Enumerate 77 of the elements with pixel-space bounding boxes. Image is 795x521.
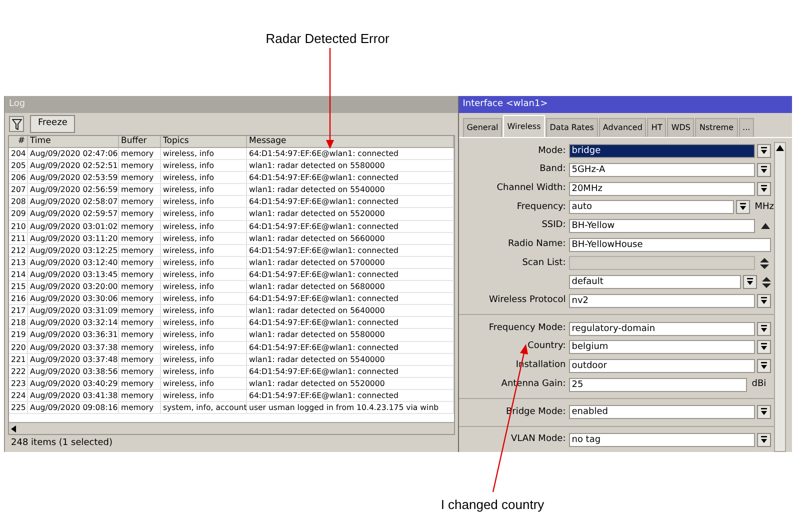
filter-button[interactable]: [9, 116, 24, 132]
window-title: Interface <wlan1>: [462, 98, 548, 111]
field-label: Radio Name:: [508, 238, 566, 252]
dropdown-button[interactable]: [742, 275, 757, 290]
column-header[interactable]: Topics: [161, 136, 247, 147]
annotation-text: I changed country: [440, 496, 544, 514]
field-label: Wireless Protocol: [488, 294, 566, 308]
column-header[interactable]: Buffer: [119, 136, 161, 147]
field-label: Band:: [540, 163, 566, 176]
input-field[interactable]: no tag: [568, 432, 755, 447]
caret-down-icon: [760, 343, 768, 352]
dropdown-button[interactable]: [756, 294, 771, 308]
tab[interactable]: Wireless: [503, 115, 545, 137]
filter-icon: [12, 118, 22, 130]
field-label: Channel Width:: [496, 182, 566, 195]
tab[interactable]: WDS: [667, 118, 694, 137]
caret-down-icon: [760, 408, 768, 416]
caret-down-icon: [760, 184, 768, 193]
field-label: VLAN Mode:: [511, 433, 566, 446]
caret-down-icon: [760, 324, 768, 333]
tab[interactable]: Nstreme: [695, 118, 738, 137]
field-label: Frequency Mode:: [488, 322, 566, 335]
horizontal-scrollbar[interactable]: [9, 422, 454, 434]
input-field[interactable]: default: [568, 275, 741, 290]
field-label: SSID:: [542, 219, 566, 232]
dropdown-button[interactable]: [756, 144, 771, 158]
input-field[interactable]: 20MHz: [568, 182, 755, 196]
caret-down-icon: [738, 203, 747, 212]
unit-label: dBi: [752, 378, 766, 391]
vertical-scrollbar[interactable]: [774, 142, 786, 452]
input-field[interactable]: regulatory-domain: [568, 322, 755, 336]
caret-down-icon: [760, 436, 768, 444]
caret-down-icon: [746, 278, 754, 286]
input-field[interactable]: BH-YellowHouse: [568, 238, 771, 252]
field-label: Country:: [528, 340, 566, 354]
input-field[interactable]: 5GHz-A: [568, 163, 755, 178]
scroll-left-icon[interactable]: [9, 424, 19, 434]
dropdown-button[interactable]: [756, 358, 771, 373]
input-field[interactable]: enabled: [568, 405, 755, 420]
input-field[interactable]: [568, 256, 755, 270]
column-header[interactable]: #: [9, 136, 28, 147]
dropdown-button[interactable]: [756, 432, 771, 447]
up-down-icon[interactable]: [760, 258, 769, 269]
input-field[interactable]: 25: [568, 378, 747, 392]
dropdown-button[interactable]: [736, 200, 750, 214]
dropdown-button[interactable]: [756, 405, 771, 420]
caret-down-icon: [760, 147, 768, 156]
field-label: Mode:: [538, 144, 566, 158]
tab[interactable]: Advanced: [598, 118, 646, 137]
caret-down-icon: [760, 296, 768, 305]
freeze-button[interactable]: Freeze: [30, 115, 76, 133]
field-label: Scan List:: [522, 256, 566, 270]
up-down-icon[interactable]: [762, 276, 771, 288]
input-field[interactable]: nv2: [568, 294, 755, 308]
caret-down-icon: [760, 166, 768, 174]
input-field[interactable]: belgium: [568, 340, 755, 354]
column-header[interactable]: Time: [28, 136, 119, 147]
input-field[interactable]: bridge: [568, 144, 755, 158]
dropdown-button[interactable]: [756, 163, 771, 178]
field-label: Frequency:: [516, 200, 566, 214]
annotation-text: Radar Detected Error: [266, 30, 390, 46]
status-text: 248 items (1 selected): [11, 436, 113, 450]
input-field[interactable]: outdoor: [568, 358, 755, 373]
dropdown-button[interactable]: [756, 182, 771, 196]
window-title: Log: [9, 98, 26, 111]
dropdown-button[interactable]: [756, 322, 771, 336]
collapse-arrow-icon[interactable]: [760, 223, 770, 230]
tab[interactable]: General: [462, 118, 502, 137]
tab[interactable]: Data Rates: [546, 118, 598, 137]
unit-label: MHz: [754, 200, 774, 214]
tab[interactable]: ...: [738, 118, 754, 137]
input-field[interactable]: auto: [568, 200, 734, 214]
tab[interactable]: HT: [647, 118, 666, 137]
scroll-up-icon[interactable]: [776, 145, 784, 151]
dropdown-button[interactable]: [756, 340, 771, 354]
input-field[interactable]: BH-Yellow: [568, 219, 755, 234]
caret-down-icon: [760, 362, 768, 370]
